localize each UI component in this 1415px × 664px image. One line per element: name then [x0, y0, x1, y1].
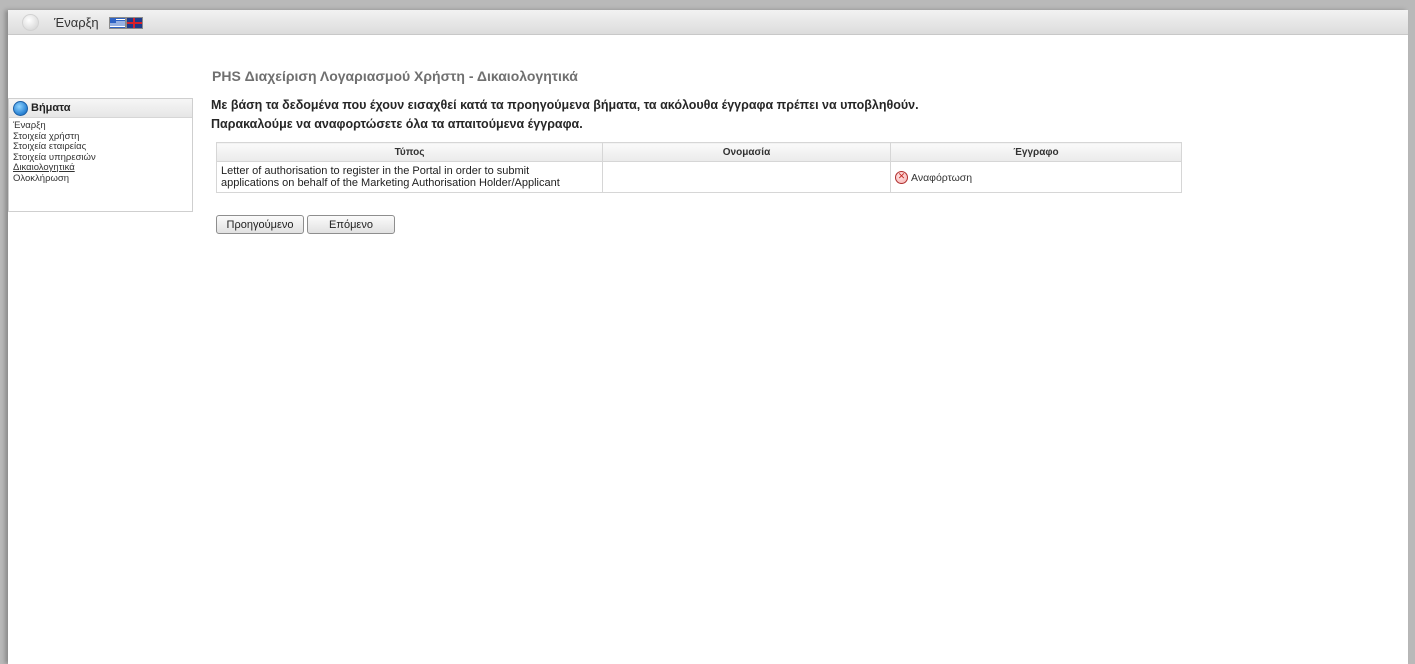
top-bar: Έναρξη: [8, 10, 1408, 35]
documents-table: Τύπος Ονομασία Έγγραφο Letter of authori…: [216, 142, 1182, 193]
document-type-line-1: Letter of authorisation to register in t…: [221, 165, 530, 177]
document-type-cell: Letter of authorisation to register in t…: [216, 161, 603, 193]
step-item-completion[interactable]: Ολοκλήρωση: [13, 173, 192, 185]
intro-text: Με βάση τα δεδομένα που έχουν εισαχθεί κ…: [211, 96, 919, 134]
steps-panel-header: Βήματα: [9, 99, 192, 118]
document-name-cell: [602, 161, 891, 193]
home-link[interactable]: Έναρξη: [54, 15, 99, 30]
window-circle-icon: [22, 14, 39, 31]
steps-panel: Βήματα Έναρξη Στοιχεία χρήστη Στοιχεία ε…: [8, 98, 193, 212]
previous-button[interactable]: Προηγούμενο: [216, 215, 304, 234]
next-button[interactable]: Επόμενο: [307, 215, 395, 234]
step-item-start[interactable]: Έναρξη: [13, 120, 192, 132]
uk-flag-icon[interactable]: [126, 17, 143, 29]
column-header-type: Τύπος: [216, 142, 603, 162]
column-header-document: Έγγραφο: [890, 142, 1182, 162]
app-window: Έναρξη Βήματα Έναρξη Στοιχεία χρήστη Στο…: [8, 10, 1408, 664]
column-header-name: Ονομασία: [602, 142, 891, 162]
document-file-cell: ✕ Αναφόρτωση: [890, 161, 1182, 193]
table-row: Letter of authorisation to register in t…: [216, 161, 1182, 193]
steps-panel-title: Βήματα: [31, 102, 71, 114]
document-type-line-2: applications on behalf of the Marketing …: [221, 177, 560, 189]
upload-link[interactable]: ✕ Αναφόρτωση: [895, 171, 972, 184]
intro-line-2: Παρακαλούμε να αναφορτώσετε όλα τα απαιτ…: [211, 117, 583, 131]
upload-label: Αναφόρτωση: [911, 171, 973, 184]
page-title: PHS Διαχείριση Λογαριασμού Χρήστη - Δικα…: [212, 68, 578, 84]
greek-flag-icon[interactable]: [109, 17, 126, 29]
steps-list: Έναρξη Στοιχεία χρήστη Στοιχεία εταιρεία…: [9, 118, 192, 185]
table-header-row: Τύπος Ονομασία Έγγραφο: [216, 142, 1182, 162]
upload-error-icon: ✕: [895, 171, 908, 184]
steps-globe-icon: [13, 101, 28, 116]
intro-line-1: Με βάση τα δεδομένα που έχουν εισαχθεί κ…: [211, 98, 919, 112]
